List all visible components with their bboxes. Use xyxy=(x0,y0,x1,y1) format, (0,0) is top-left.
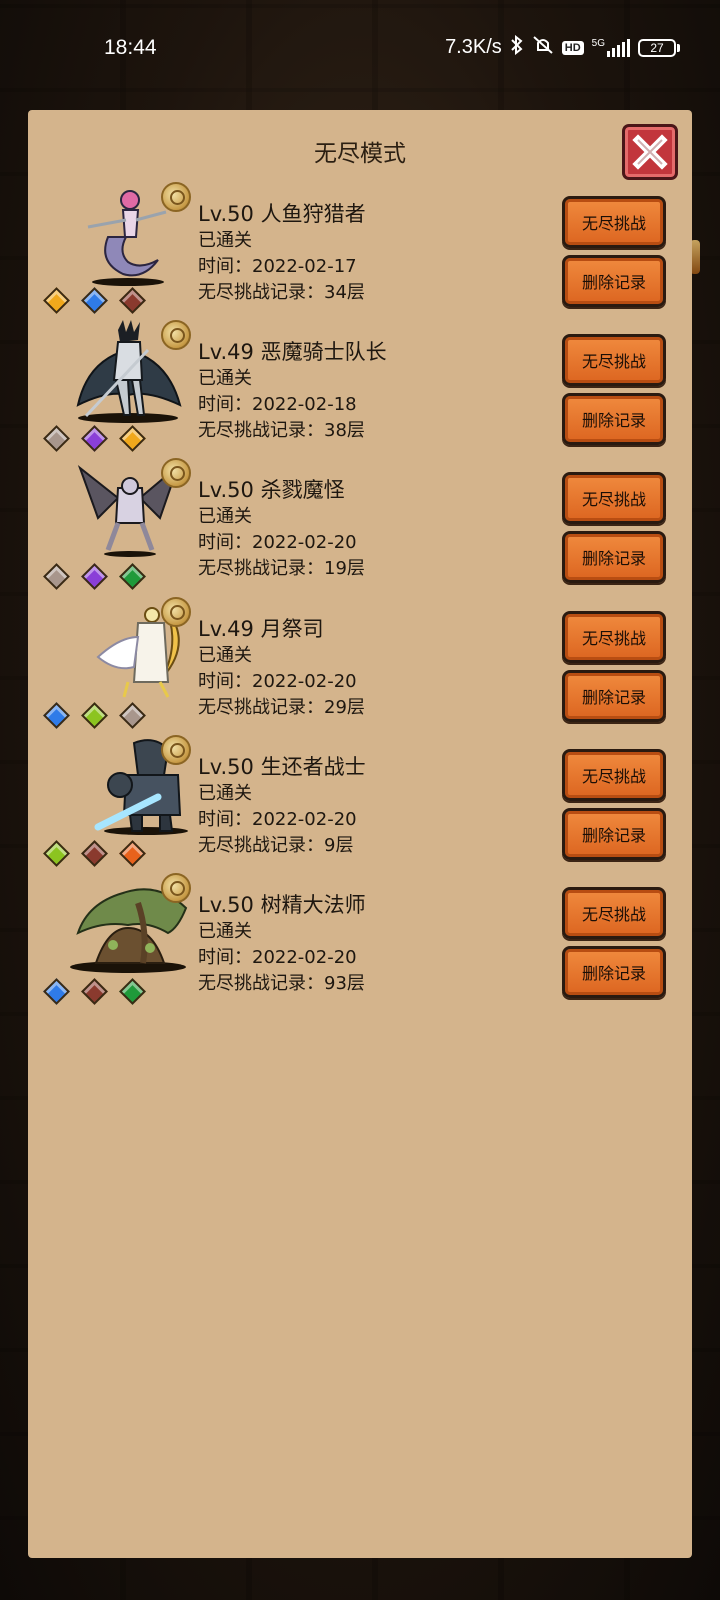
clear-date: 时间：2022-02-20 xyxy=(198,947,357,968)
gem-icon xyxy=(42,562,70,590)
endless-challenge-button[interactable]: 无尽挑战 xyxy=(562,887,666,939)
gem-icon xyxy=(80,701,108,729)
bluetooth-icon xyxy=(510,34,524,60)
boss-entry: Lv.49 月祭司 已通关 时间：2022-02-20 无尽挑战记录：29层 无… xyxy=(28,597,692,737)
delete-record-button[interactable]: 删除记录 xyxy=(562,531,666,583)
gem-icon xyxy=(118,562,146,590)
clear-status: 已通关 xyxy=(198,921,252,942)
inspect-magnifier-icon[interactable] xyxy=(161,873,191,903)
boss-info: Lv.49 恶魔骑士队长 已通关 时间：2022-02-18 无尽挑战记录：38… xyxy=(198,338,387,444)
delete-record-button[interactable]: 删除记录 xyxy=(562,808,666,860)
endless-record: 无尽挑战记录：9层 xyxy=(198,835,354,856)
boss-entry: Lv.49 恶魔骑士队长 已通关 时间：2022-02-18 无尽挑战记录：38… xyxy=(28,320,692,460)
endless-record: 无尽挑战记录：19层 xyxy=(198,558,365,579)
close-icon xyxy=(632,134,668,170)
endless-challenge-button[interactable]: 无尽挑战 xyxy=(562,749,666,801)
boss-name: Lv.50 杀戮魔怪 xyxy=(198,478,345,502)
status-time: 18:44 xyxy=(104,36,157,59)
endless-challenge-button[interactable]: 无尽挑战 xyxy=(562,334,666,386)
battery-icon: 27 xyxy=(638,38,680,57)
signal-5g-icon: 5G xyxy=(592,38,630,57)
hd-icon: HD xyxy=(561,40,584,55)
boss-name: Lv.49 恶魔骑士队长 xyxy=(198,340,387,364)
gem-icon xyxy=(118,701,146,729)
panel-title: 无尽模式 xyxy=(314,141,406,167)
clear-date: 时间：2022-02-20 xyxy=(198,809,357,830)
clear-status: 已通关 xyxy=(198,368,252,389)
gem-icon xyxy=(42,424,70,452)
gem-row xyxy=(42,701,146,729)
gem-icon xyxy=(118,424,146,452)
boss-entry: Lv.50 生还者战士 已通关 时间：2022-02-20 无尽挑战记录：9层 … xyxy=(28,735,692,875)
gem-icon xyxy=(118,977,146,1005)
status-icons: 7.3K/s HD 5G 27 xyxy=(445,34,680,60)
delete-record-button[interactable]: 删除记录 xyxy=(562,255,666,307)
inspect-magnifier-icon[interactable] xyxy=(161,320,191,350)
boss-info: Lv.50 树精大法师 已通关 时间：2022-02-20 无尽挑战记录：93层 xyxy=(198,891,366,997)
boss-info: Lv.50 杀戮魔怪 已通关 时间：2022-02-20 无尽挑战记录：19层 xyxy=(198,476,365,582)
endless-challenge-button[interactable]: 无尽挑战 xyxy=(562,611,666,663)
boss-entry: Lv.50 人鱼狩猎者 已通关 时间：2022-02-17 无尽挑战记录：34层… xyxy=(28,182,692,322)
endless-record: 无尽挑战记录：29层 xyxy=(198,697,365,718)
clear-date: 时间：2022-02-18 xyxy=(198,394,357,415)
endless-mode-panel: 无尽模式 Lv.50 人鱼狩猎者 已通关 时间：2022-02-17 无尽挑战记… xyxy=(28,110,692,1558)
delete-record-button[interactable]: 删除记录 xyxy=(562,670,666,722)
net-speed: 7.3K/s xyxy=(445,36,502,58)
boss-entry: Lv.50 杀戮魔怪 已通关 时间：2022-02-20 无尽挑战记录：19层 … xyxy=(28,458,692,598)
gem-icon xyxy=(80,562,108,590)
endless-challenge-button[interactable]: 无尽挑战 xyxy=(562,472,666,524)
inspect-magnifier-icon[interactable] xyxy=(161,182,191,212)
gem-icon xyxy=(42,839,70,867)
gem-icon xyxy=(80,839,108,867)
gem-icon xyxy=(42,286,70,314)
inspect-magnifier-icon[interactable] xyxy=(161,458,191,488)
clear-status: 已通关 xyxy=(198,645,252,666)
gem-icon xyxy=(42,701,70,729)
gem-icon xyxy=(118,839,146,867)
gem-row xyxy=(42,839,146,867)
boss-info: Lv.50 人鱼狩猎者 已通关 时间：2022-02-17 无尽挑战记录：34层 xyxy=(198,200,366,306)
clear-status: 已通关 xyxy=(198,506,252,527)
gem-row xyxy=(42,562,146,590)
close-button[interactable] xyxy=(622,124,678,180)
boss-name: Lv.50 人鱼狩猎者 xyxy=(198,202,366,226)
boss-name: Lv.49 月祭司 xyxy=(198,617,324,641)
boss-info: Lv.49 月祭司 已通关 时间：2022-02-20 无尽挑战记录：29层 xyxy=(198,615,365,721)
gem-icon xyxy=(118,286,146,314)
gem-row xyxy=(42,424,146,452)
boss-entry: Lv.50 树精大法师 已通关 时间：2022-02-20 无尽挑战记录：93层… xyxy=(28,873,692,1013)
gem-icon xyxy=(42,977,70,1005)
boss-name: Lv.50 生还者战士 xyxy=(198,755,366,779)
endless-record: 无尽挑战记录：93层 xyxy=(198,973,365,994)
gem-icon xyxy=(80,286,108,314)
battery-level: 27 xyxy=(638,38,676,57)
mute-icon xyxy=(532,35,554,60)
clear-date: 时间：2022-02-17 xyxy=(198,256,357,277)
boss-info: Lv.50 生还者战士 已通关 时间：2022-02-20 无尽挑战记录：9层 xyxy=(198,753,366,859)
endless-challenge-button[interactable]: 无尽挑战 xyxy=(562,196,666,248)
endless-record: 无尽挑战记录：34层 xyxy=(198,282,365,303)
inspect-magnifier-icon[interactable] xyxy=(161,735,191,765)
inspect-magnifier-icon[interactable] xyxy=(161,597,191,627)
gem-icon xyxy=(80,424,108,452)
delete-record-button[interactable]: 删除记录 xyxy=(562,393,666,445)
clear-status: 已通关 xyxy=(198,783,252,804)
clear-date: 时间：2022-02-20 xyxy=(198,671,357,692)
status-bar: 18:44 7.3K/s HD 5G 27 xyxy=(0,0,720,96)
boss-name: Lv.50 树精大法师 xyxy=(198,893,366,917)
endless-record: 无尽挑战记录：38层 xyxy=(198,420,365,441)
gem-icon xyxy=(80,977,108,1005)
clear-status: 已通关 xyxy=(198,230,252,251)
gem-row xyxy=(42,977,146,1005)
delete-record-button[interactable]: 删除记录 xyxy=(562,946,666,998)
gem-row xyxy=(42,286,146,314)
clear-date: 时间：2022-02-20 xyxy=(198,532,357,553)
